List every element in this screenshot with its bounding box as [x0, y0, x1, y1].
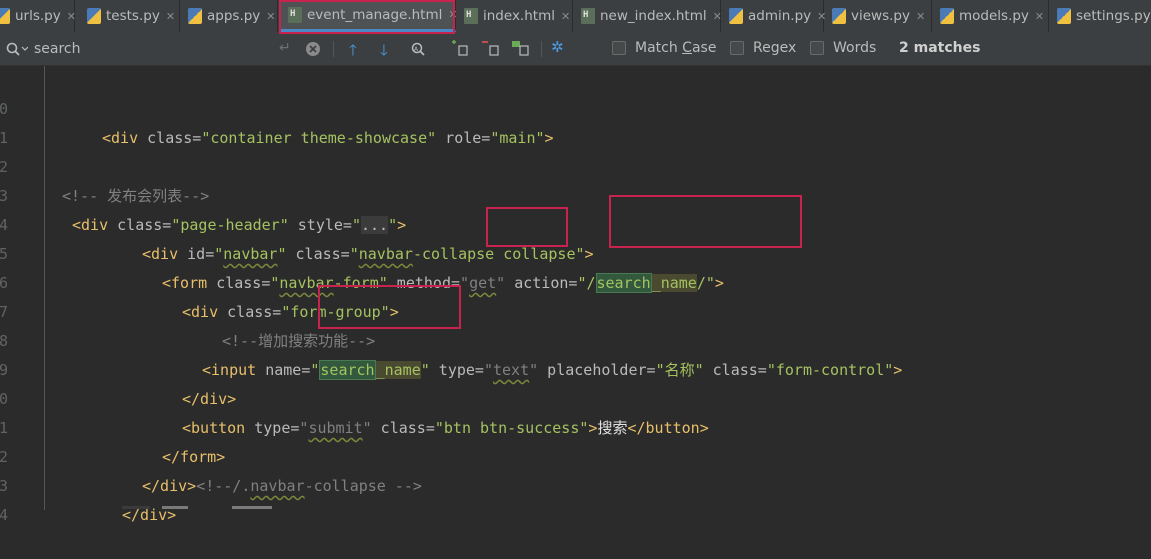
code-line: 7 <!--增加搜索功能-->: [0, 269, 375, 350]
tab-label: new_index.html: [600, 8, 707, 24]
code-line: 4 <div id="navbar" class="navbar-collaps…: [0, 182, 594, 263]
code-line: 1 </form>: [0, 385, 225, 466]
python-file-icon: [188, 8, 202, 24]
divider: [333, 41, 334, 57]
tab-label: urls.py: [15, 8, 61, 24]
tab-settings-py[interactable]: settings.py: [1049, 0, 1151, 32]
settings-gear-icon[interactable]: ✲: [551, 38, 564, 56]
regex-label: Regex: [753, 40, 797, 56]
enter-icon: ↵: [279, 40, 291, 56]
code-line: 2 </div><!--/.navbar-collapse -->: [0, 414, 422, 495]
python-file-icon: [1057, 8, 1071, 24]
gutter-divider: [44, 66, 45, 510]
code-line: 0 <div class="container theme-showcase" …: [0, 66, 554, 147]
python-file-icon: [832, 8, 846, 24]
editor-tab-bar: urls.py ✕ tests.py ✕ apps.py ✕ event_manage…: [0, 0, 1151, 34]
regex-checkbox[interactable]: [730, 41, 744, 55]
close-icon[interactable]: ✕: [166, 10, 175, 23]
close-icon[interactable]: ✕: [67, 10, 76, 23]
code-line: 4: [0, 472, 36, 524]
close-icon[interactable]: ✕: [1035, 10, 1044, 23]
tab-label: settings.py: [1076, 8, 1151, 24]
close-icon[interactable]: ✕: [266, 10, 275, 23]
line-number: 4: [0, 506, 8, 524]
tab-new-index-html[interactable]: new_index.html✕: [573, 0, 722, 32]
code-line: 5 <form class="navbar-form" method="get"…: [0, 211, 724, 293]
tab-admin-py[interactable]: admin.py ✕: [721, 0, 826, 32]
add-occurrence-icon[interactable]: [450, 40, 470, 58]
previous-occurrence-icon[interactable]: 🡑: [349, 40, 357, 65]
tab-apps-py[interactable]: apps.py ✕: [180, 0, 278, 32]
select-all-occurrences-icon[interactable]: [511, 40, 531, 58]
next-occurrence-icon[interactable]: 🡓: [380, 40, 388, 65]
python-file-icon: [87, 8, 101, 24]
search-match-highlight: search: [319, 360, 376, 380]
tab-tests-py[interactable]: tests.py ✕: [79, 0, 180, 32]
find-bar: ↵ 🡑 🡓 A ✲ Match Case Regex Words 2 match…: [0, 33, 1151, 66]
html-file-icon: [581, 8, 595, 24]
tab-label: tests.py: [106, 8, 160, 24]
remove-occurrence-icon[interactable]: [481, 40, 501, 58]
code-editor[interactable]: 0 <div class="container theme-showcase" …: [0, 66, 1151, 524]
close-icon[interactable]: ✕: [916, 10, 925, 23]
python-file-icon: [0, 8, 10, 24]
clear-search-icon[interactable]: [305, 41, 321, 57]
tab-label: apps.py: [207, 8, 261, 24]
tab-index-html[interactable]: index.html ✕: [456, 0, 573, 32]
tab-event-manage-html[interactable]: event_manage.html✕: [280, 0, 458, 32]
code-line: 6 <div class="form-group">: [0, 240, 399, 321]
divider: [541, 41, 542, 57]
close-icon[interactable]: ✕: [561, 10, 570, 23]
words-label: Words: [833, 40, 877, 56]
tab-label: event_manage.html: [307, 6, 443, 23]
tab-label: admin.py: [748, 8, 812, 24]
tab-models-py[interactable]: models.py ✕: [932, 0, 1049, 32]
html-file-icon: [288, 6, 302, 23]
match-case-checkbox[interactable]: [612, 41, 626, 55]
code-line: 3 <div class="page-header" style="...">: [0, 153, 406, 234]
clipped-code-line: [122, 506, 272, 512]
code-line: 9 </div>: [0, 327, 236, 408]
tab-label: models.py: [959, 8, 1029, 24]
match-case-label: Match Case: [635, 40, 717, 56]
code-line: 0 <button type="submit" class="btn btn-s…: [0, 356, 709, 437]
folded-region[interactable]: ...: [361, 216, 389, 234]
find-all-icon[interactable]: A: [410, 41, 428, 57]
match-count: 2 matches: [899, 40, 981, 56]
tab-label: index.html: [483, 8, 555, 24]
html-file-icon: [464, 8, 478, 24]
tab-views-py[interactable]: views.py ✕: [824, 0, 932, 32]
code-line: 8 <input name="search_name" type="text" …: [0, 298, 902, 380]
search-match-highlight: search: [595, 273, 652, 293]
code-line: 3 </div>: [0, 443, 176, 524]
code-line: 1: [0, 95, 36, 147]
python-file-icon: [940, 8, 954, 24]
search-icon[interactable]: [6, 42, 28, 56]
code-line: 2 <!-- 发布会列表-->: [0, 124, 209, 205]
tab-urls-py[interactable]: urls.py ✕: [0, 0, 76, 32]
tab-label: views.py: [851, 8, 910, 24]
words-checkbox[interactable]: [810, 41, 824, 55]
python-file-icon: [729, 8, 743, 24]
search-input[interactable]: [34, 40, 254, 58]
